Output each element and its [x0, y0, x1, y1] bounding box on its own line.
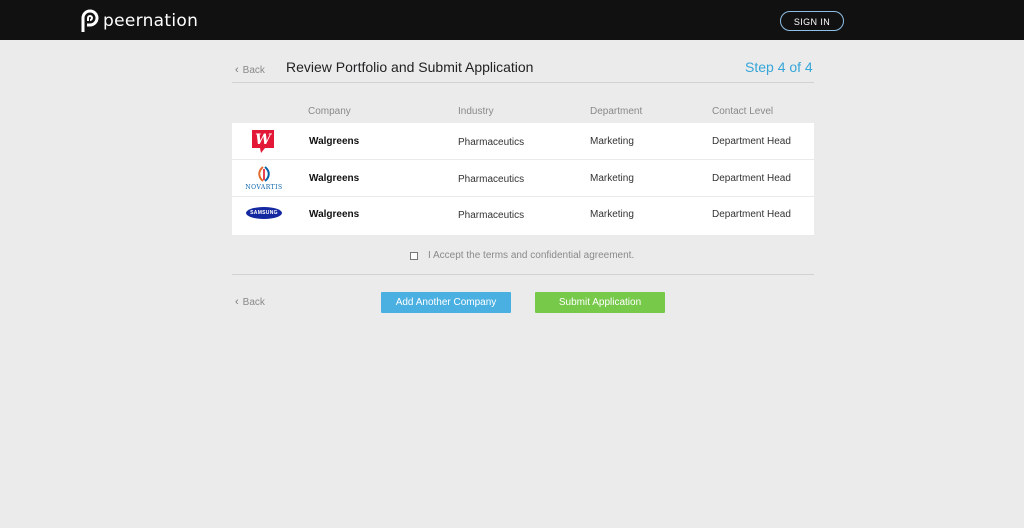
sign-in-button[interactable]: SIGN IN — [780, 11, 844, 31]
table-row[interactable]: W Walgreens Pharmaceutics Marketing Depa… — [232, 123, 814, 160]
back-link-bottom[interactable]: ‹ Back — [235, 296, 265, 308]
terms-agreement: I Accept the terms and confidential agre… — [410, 250, 634, 261]
walgreens-logo: W — [244, 127, 284, 155]
industry: Pharmaceutics — [458, 137, 525, 148]
industry: Pharmaceutics — [458, 174, 525, 185]
table-row[interactable]: SAMSUNG Walgreens Pharmaceutics Marketin… — [232, 197, 814, 234]
chevron-left-icon: ‹ — [235, 64, 239, 76]
novartis-logo-text: NOVARTIS — [245, 184, 283, 191]
contact-level: Department Head — [712, 209, 791, 220]
svg-text:W: W — [255, 132, 272, 148]
terms-checkbox[interactable] — [410, 251, 418, 260]
peernation-logo[interactable]: peernation — [80, 9, 198, 33]
column-header-industry: Industry — [458, 106, 494, 117]
company-name: Walgreens — [309, 173, 360, 184]
samsung-logo: SAMSUNG — [244, 201, 284, 229]
submit-application-button[interactable]: Submit Application — [535, 292, 665, 313]
samsung-logo-text: SAMSUNG — [250, 210, 278, 216]
back-label: Back — [242, 64, 265, 76]
chevron-left-icon: ‹ — [235, 296, 239, 308]
department: Marketing — [590, 209, 634, 220]
portfolio-table: W Walgreens Pharmaceutics Marketing Depa… — [232, 123, 814, 235]
department: Marketing — [590, 173, 634, 184]
company-name: Walgreens — [309, 209, 360, 220]
back-label: Back — [242, 296, 265, 308]
contact-level: Department Head — [712, 173, 791, 184]
divider-bottom — [232, 274, 814, 275]
step-indicator: Step 4 of 4 — [745, 59, 813, 75]
contact-level: Department Head — [712, 136, 791, 147]
company-name: Walgreens — [309, 136, 360, 147]
column-header-contact-level: Contact Level — [712, 106, 774, 117]
add-another-company-button[interactable]: Add Another Company — [381, 292, 511, 313]
table-row[interactable]: NOVARTIS Walgreens Pharmaceutics Marketi… — [232, 160, 814, 197]
column-header-department: Department — [590, 106, 643, 117]
industry: Pharmaceutics — [458, 210, 525, 221]
peernation-logo-icon — [81, 9, 99, 32]
brand-name: peernation — [103, 11, 199, 31]
terms-label: I Accept the terms and confidential agre… — [428, 250, 635, 261]
department: Marketing — [590, 136, 634, 147]
column-header-company: Company — [308, 106, 351, 117]
page-title: Review Portfolio and Submit Application — [286, 59, 534, 75]
divider-top — [232, 82, 814, 83]
back-link-top[interactable]: ‹ Back — [235, 64, 265, 76]
novartis-logo: NOVARTIS — [244, 164, 284, 192]
top-navbar: peernation SIGN IN — [0, 0, 1024, 40]
